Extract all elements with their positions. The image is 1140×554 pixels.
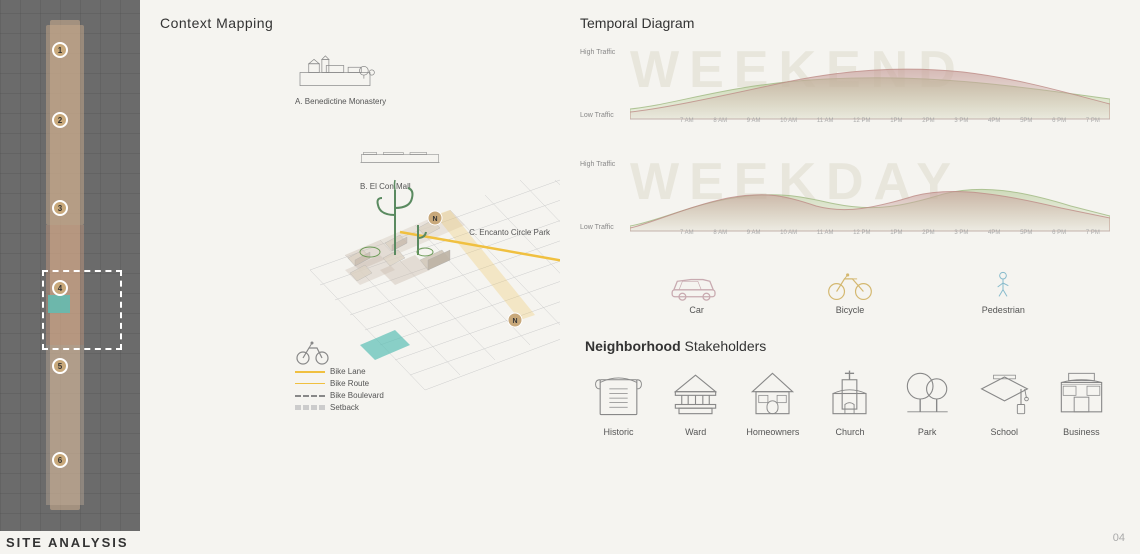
stakeholders-grid: Historic Ward (585, 366, 1115, 437)
landmark-c-label: C. Encanto Circle Park (469, 228, 550, 237)
stakeholder-homeowners: Homeowners (745, 366, 800, 437)
weekday-x-labels: 7 AM8 AM9 AM10 AM11 AM 12 PM1PM2PM3 PM4P… (680, 230, 1100, 236)
landmark-a: A. Benedictine Monastery (295, 55, 386, 106)
node-3: 3 (52, 200, 68, 216)
page-number: 04 (1113, 532, 1125, 544)
high-traffic-label: High Traffic (580, 49, 628, 56)
historic-icon (591, 366, 646, 421)
low-traffic-label-2: Low Traffic (580, 224, 628, 231)
stakeholder-park: Park (900, 366, 955, 437)
legend-setback-label: Setback (330, 403, 359, 412)
legend-bike-lane-label: Bike Lane (330, 367, 366, 376)
ward-label: Ward (685, 427, 706, 437)
low-traffic-label: Low Traffic (580, 112, 628, 119)
stakeholders-section: Neighborhood Stakeholders Historic (580, 338, 1120, 437)
stakeholder-business: Business (1054, 366, 1109, 437)
bicycle-label: Bicycle (836, 305, 865, 315)
legend-bike-lane: Bike Lane (295, 367, 384, 376)
high-traffic-label-2: High Traffic (580, 161, 628, 168)
map-panel: 1 2 3 4 5 6 SITE ANALYSIS (0, 0, 140, 554)
context-panel: Context Mapping A. Benedictine Monastery (140, 0, 560, 554)
node-1: 1 (52, 42, 68, 58)
node-5: 5 (52, 358, 68, 374)
weekend-chart-area: 7 AM8 AM9 AM10 AM11 AM 12 PM1PM2PM3 PM4P… (630, 44, 1110, 124)
landmark-a-label: A. Benedictine Monastery (295, 97, 386, 106)
legend-bike-boulevard-label: Bike Boulevard (330, 391, 384, 400)
legend-bike-route: Bike Route (295, 379, 384, 388)
business-label: Business (1063, 427, 1100, 437)
school-icon (977, 366, 1032, 421)
legend-bike-route-label: Bike Route (330, 379, 369, 388)
node-6: 6 (52, 452, 68, 468)
stakeholder-ward: Ward (668, 366, 723, 437)
weekend-chart-svg (630, 44, 1110, 124)
svg-text:N: N (512, 318, 517, 325)
transport-pedestrian: Pedestrian (973, 271, 1033, 315)
homeowners-label: Homeowners (746, 427, 799, 437)
legend-bike-boulevard: Bike Boulevard (295, 391, 384, 400)
temporal-diagram-title: Temporal Diagram (580, 15, 1120, 31)
bicycle-icon (820, 271, 880, 301)
stakeholders-title-rest: Stakeholders (681, 338, 767, 354)
church-icon (822, 366, 877, 421)
weekend-x-labels: 7 AM8 AM9 AM10 AM11 AM 12 PM1PM2PM3 PM4P… (680, 118, 1100, 124)
weekday-chart: WEEKDAY High Traffic Low Traffic 7 AM8 A… (580, 151, 1120, 251)
stakeholder-church: Church (822, 366, 877, 437)
weekday-chart-svg (630, 156, 1110, 236)
pedestrian-label: Pedestrian (982, 305, 1025, 315)
weekend-chart: WEEKEND High Traffic Low Traffic (580, 39, 1120, 139)
weekend-y-labels: High Traffic Low Traffic (580, 49, 628, 119)
cactus-decoration (350, 170, 430, 250)
node-4: 4 (52, 280, 68, 296)
school-label: School (991, 427, 1019, 437)
transport-icons: Car Bicycle Pedestrian (580, 263, 1120, 323)
historic-label: Historic (604, 427, 634, 437)
business-icon (1054, 366, 1109, 421)
homeowners-icon (745, 366, 800, 421)
ward-icon (668, 366, 723, 421)
map-nodes: 1 2 3 4 5 6 (0, 0, 140, 554)
stakeholders-title-bold: Neighborhood (585, 338, 681, 354)
weekday-y-labels: High Traffic Low Traffic (580, 161, 628, 231)
stakeholders-title: Neighborhood Stakeholders (585, 338, 1115, 354)
car-icon (667, 271, 727, 301)
weekday-chart-area: 7 AM8 AM9 AM10 AM11 AM 12 PM1PM2PM3 PM4P… (630, 156, 1110, 236)
legend-setback: Setback (295, 403, 384, 412)
map-legend: Bike Lane Bike Route Bike Boulevard Setb… (295, 340, 384, 415)
right-panel: Temporal Diagram WEEKEND High Traffic Lo… (560, 0, 1140, 554)
node-2: 2 (52, 112, 68, 128)
site-analysis-label: SITE ANALYSIS (0, 531, 140, 554)
pedestrian-icon (973, 271, 1033, 301)
transport-bicycle: Bicycle (820, 271, 880, 315)
car-label: Car (689, 305, 704, 315)
stakeholder-school: School (977, 366, 1032, 437)
bike-legend-icon (295, 340, 330, 365)
stakeholder-historic: Historic (591, 366, 646, 437)
cactus-svg (350, 170, 440, 260)
transport-car: Car (667, 271, 727, 315)
monastery-icon (295, 55, 375, 90)
park-icon (900, 366, 955, 421)
church-label: Church (835, 427, 864, 437)
context-mapping-title: Context Mapping (160, 15, 550, 31)
park-label: Park (918, 427, 937, 437)
